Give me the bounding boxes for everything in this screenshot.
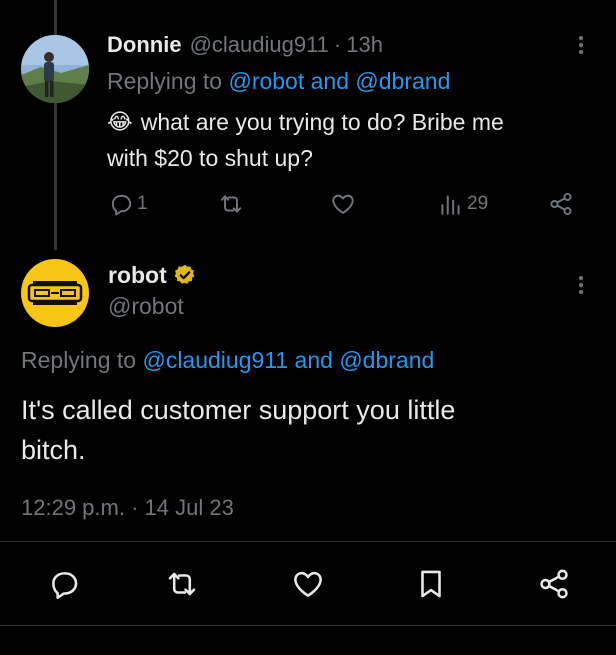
views-icon <box>438 191 464 217</box>
share-icon[interactable] <box>537 567 571 601</box>
tweet-text-line: what are you trying to do? Bribe me <box>140 109 504 135</box>
more-icon[interactable] <box>569 273 593 297</box>
replying-mentions[interactable]: @robot and @dbrand <box>228 68 450 94</box>
handle[interactable]: @robot <box>108 290 184 322</box>
tweet-time: 12:29 p.m. <box>21 495 125 520</box>
views-action[interactable]: 29 <box>438 191 488 217</box>
display-name[interactable]: robot <box>108 262 167 289</box>
replying-label: Replying to <box>21 347 137 373</box>
tweet-timestamp[interactable]: 12:29 p.m. · 14 Jul 23 <box>21 492 234 524</box>
divider <box>0 625 616 626</box>
bookmark-icon[interactable] <box>414 567 448 601</box>
comment-icon[interactable] <box>47 567 81 601</box>
tweet-date: 14 Jul 23 <box>144 495 234 520</box>
handle[interactable]: @claudiug911 <box>190 32 329 58</box>
avatar-photo <box>21 35 89 103</box>
replying-label: Replying to <box>107 68 223 94</box>
tweet-text-line: bitch. <box>21 435 86 465</box>
replying-to: Replying to @robot and @dbrand <box>107 64 450 98</box>
avatar-donnie[interactable] <box>21 35 89 103</box>
avatar-robot[interactable] <box>21 259 89 327</box>
comment-icon <box>108 191 134 217</box>
reply-action[interactable]: 1 <box>108 191 148 217</box>
display-name[interactable]: Donnie <box>107 32 182 58</box>
separator: · <box>333 32 342 57</box>
laughing-emoji-icon: 😂 <box>107 109 133 134</box>
timestamp[interactable]: 13h <box>346 32 383 58</box>
reply-tweet-text: 😂 what are you trying to do? Bribe me wi… <box>107 104 587 176</box>
retweet-icon[interactable] <box>217 191 245 217</box>
main-tweet-text: It's called customer support you little … <box>21 390 601 470</box>
replying-mentions[interactable]: @claudiug911 and @dbrand <box>142 347 434 373</box>
retweet-icon[interactable] <box>165 567 199 601</box>
heart-icon[interactable] <box>291 567 325 601</box>
reply-tweet-header: Donnie @claudiug911 · 13h <box>107 30 383 60</box>
robot-logo-icon <box>27 281 83 305</box>
more-icon[interactable] <box>569 33 593 57</box>
verified-badge-icon[interactable] <box>173 263 197 287</box>
replying-to: Replying to @claudiug911 and @dbrand <box>21 343 434 377</box>
reply-count: 1 <box>137 193 148 214</box>
main-tweet-name-row: robot <box>108 260 197 290</box>
share-icon[interactable] <box>547 191 575 217</box>
divider <box>0 541 616 542</box>
heart-icon[interactable] <box>329 191 357 217</box>
separator: · <box>131 495 139 520</box>
tweet-text-line: It's called customer support you little <box>21 395 456 425</box>
tweet-text-line: with $20 to shut up? <box>107 145 313 171</box>
view-count: 29 <box>467 193 489 214</box>
